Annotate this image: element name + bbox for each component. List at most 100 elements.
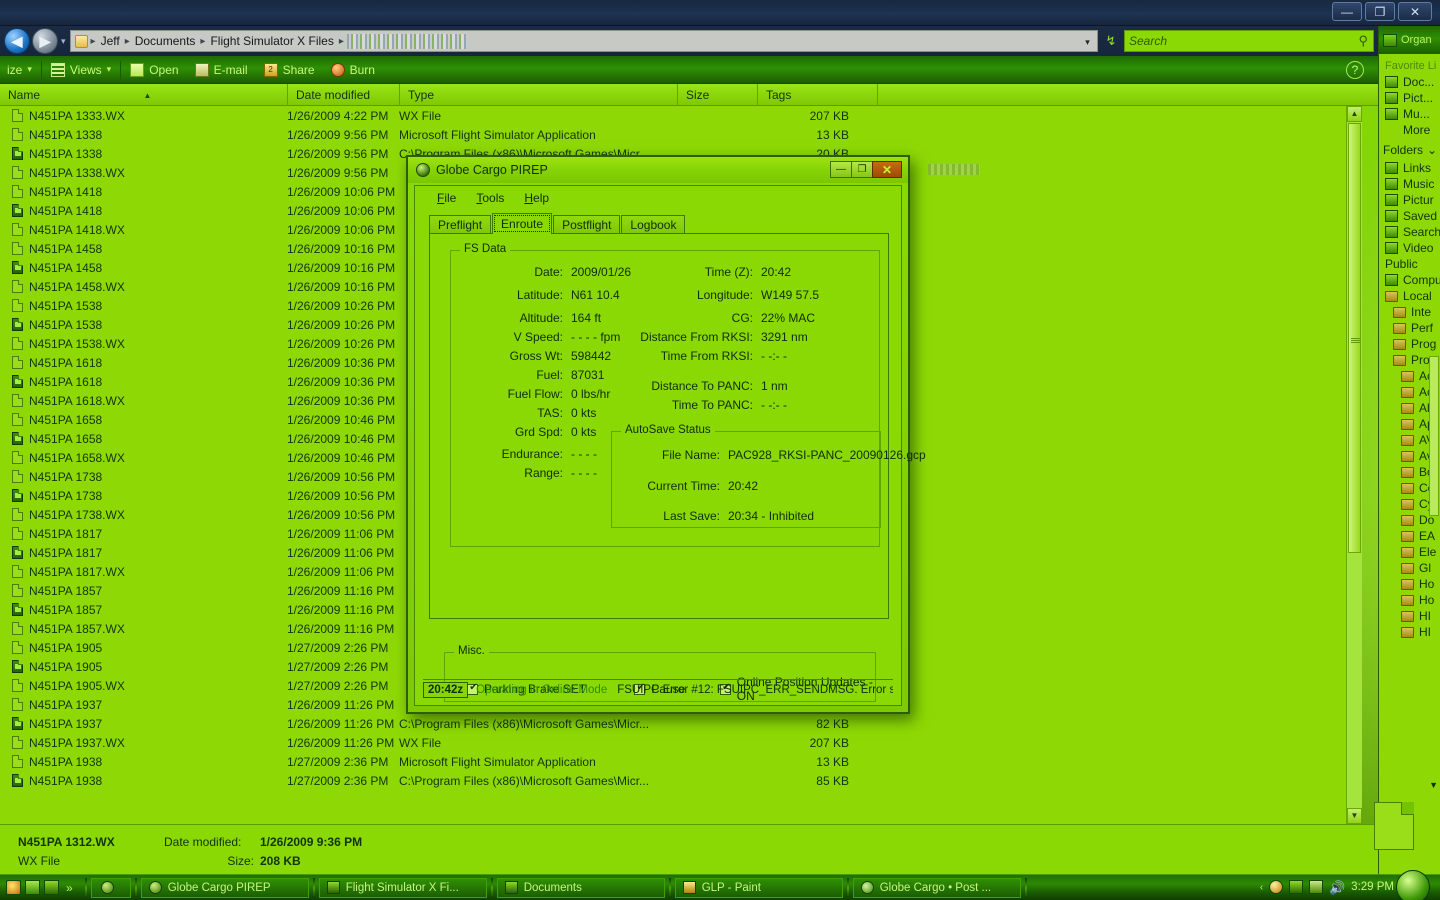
breadcrumb-item-jeff[interactable]: Jeff: [97, 33, 124, 49]
folder-tree-item[interactable]: Prog: [1379, 336, 1440, 352]
fs-data-label: CG:: [731, 311, 753, 325]
views-button[interactable]: Views ▾: [44, 60, 118, 80]
close-icon[interactable]: ✕: [872, 161, 902, 178]
close-icon[interactable]: ✕: [1398, 2, 1432, 21]
favorite-link-item[interactable]: Mu...: [1379, 106, 1440, 122]
desktop-file-icon[interactable]: [1374, 802, 1414, 850]
file-name-label: N451PA 1338: [29, 146, 103, 161]
folder-tree-item[interactable]: EA: [1379, 528, 1440, 544]
folder-tree-item[interactable]: Ho: [1379, 592, 1440, 608]
folder-tree-item[interactable]: Gl: [1379, 560, 1440, 576]
nav-pane-scrollbar[interactable]: [1429, 356, 1439, 516]
switch-windows-icon[interactable]: [44, 880, 59, 895]
pirep-titlebar[interactable]: Globe Cargo PIREP — ❐ ✕: [408, 157, 980, 183]
folder-tree-item[interactable]: HI: [1379, 608, 1440, 624]
breadcrumb[interactable]: ▸ Jeff ▸ Documents ▸ Flight Simulator X …: [69, 30, 1098, 52]
column-header-tags[interactable]: Tags: [757, 83, 877, 106]
tray-expand-icon[interactable]: ‹: [1260, 882, 1263, 893]
favorites-more-button[interactable]: More: [1379, 122, 1440, 138]
forward-button-icon[interactable]: ▶: [32, 28, 58, 54]
folders-header[interactable]: Folders ⌄: [1379, 138, 1440, 160]
tab-enroute[interactable]: Enroute: [492, 213, 553, 234]
volume-icon[interactable]: 🔊: [1329, 880, 1345, 895]
open-button[interactable]: Open: [123, 60, 185, 80]
taskbar-button[interactable]: [90, 877, 131, 898]
table-row[interactable]: N451PA 1938 1/27/2009 2:36 PM Microsoft Fl…: [0, 752, 1362, 771]
file-name-cell: N451PA 1738: [0, 489, 287, 503]
wx-file-icon: [12, 451, 23, 464]
scroll-up-icon[interactable]: ▲: [1347, 106, 1362, 122]
column-header-date-modified[interactable]: Date modified: [287, 83, 399, 106]
security-shield-icon[interactable]: [1269, 880, 1284, 894]
menu-tools[interactable]: Tools: [466, 189, 514, 207]
folder-tree-item[interactable]: Pictur: [1379, 192, 1440, 208]
folder-tree-item[interactable]: Search: [1379, 224, 1440, 240]
scrollbar-thumb[interactable]: [1348, 123, 1361, 553]
column-header-size[interactable]: Size: [677, 83, 757, 106]
tab-preflight[interactable]: Preflight: [429, 215, 492, 234]
help-icon[interactable]: ?: [1346, 61, 1364, 79]
minimize-icon[interactable]: —: [1332, 2, 1362, 21]
maximize-icon[interactable]: ❐: [851, 161, 873, 178]
share-button[interactable]: 2 Share: [257, 60, 322, 80]
menu-file[interactable]: FFileile: [427, 189, 466, 207]
folder-tree-item[interactable]: Public: [1379, 256, 1440, 272]
search-input[interactable]: Search ⚲: [1124, 30, 1374, 52]
network-icon[interactable]: [1309, 880, 1324, 894]
breadcrumb-dropdown-caret-icon[interactable]: ▾: [1080, 34, 1095, 50]
refresh-icon[interactable]: ↯: [1100, 30, 1122, 52]
table-row[interactable]: N451PA 1937 1/26/2009 11:26 PM C:\Program …: [0, 714, 1362, 733]
breadcrumb-item-documents[interactable]: Documents: [131, 33, 200, 49]
scroll-down-icon[interactable]: ▼: [1347, 808, 1362, 824]
folder-tree-item[interactable]: Saved: [1379, 208, 1440, 224]
tab-postflight[interactable]: Postflight: [553, 215, 621, 234]
favorite-link-item[interactable]: Doc...: [1379, 74, 1440, 90]
start-orb-icon[interactable]: [1396, 870, 1430, 900]
taskbar-button[interactable]: Documents: [496, 877, 665, 898]
folder-tree-label: Music: [1403, 177, 1435, 191]
quick-launch-overflow-icon[interactable]: »: [63, 881, 76, 895]
folder-tree-item[interactable]: Links: [1379, 160, 1440, 176]
email-button[interactable]: E-mail: [188, 60, 255, 80]
folder-tree-item[interactable]: HI: [1379, 624, 1440, 640]
table-row[interactable]: N451PA 1333.WX 1/26/2009 4:22 PM WX File 20…: [0, 106, 1362, 125]
folder-tree-item[interactable]: Music: [1379, 176, 1440, 192]
fsx-tray-icon[interactable]: [1289, 880, 1304, 894]
show-desktop-icon[interactable]: [25, 880, 40, 895]
folder-tree-item[interactable]: Video: [1379, 240, 1440, 256]
maximize-icon[interactable]: ❐: [1365, 2, 1395, 21]
favorite-link-item[interactable]: Pict...: [1379, 90, 1440, 106]
aim-icon[interactable]: [6, 880, 21, 895]
breadcrumb-item-flight-simulator-x-files[interactable]: Flight Simulator X Files: [206, 33, 337, 49]
tab-logbook[interactable]: Logbook: [621, 215, 686, 234]
folder-tree-item[interactable]: Ho: [1379, 576, 1440, 592]
history-dropdown-caret-icon[interactable]: ▾: [61, 36, 66, 47]
taskbar-button[interactable]: GLP - Paint: [674, 877, 843, 898]
file-size-cell: 207 KB: [809, 735, 849, 750]
taskbar-clock[interactable]: 3:29 PM: [1349, 881, 1394, 893]
table-row[interactable]: N451PA 1937.WX 1/26/2009 11:26 PM WX File 2…: [0, 733, 1362, 752]
file-list-scrollbar[interactable]: ▲ ▼: [1346, 106, 1362, 824]
folder-tree-item[interactable]: Perf: [1379, 320, 1440, 336]
taskbar-button[interactable]: Flight Simulator X Fi...: [318, 877, 487, 898]
fs-data-label: Fuel:: [536, 368, 563, 382]
folder-tree-item[interactable]: Inte: [1379, 304, 1440, 320]
taskbar-button[interactable]: Globe Cargo • Post ...: [852, 877, 1021, 898]
organize-button[interactable]: ize ▾: [0, 60, 39, 80]
burn-button[interactable]: Burn: [324, 60, 382, 80]
menu-help[interactable]: Help: [514, 189, 559, 207]
column-header-type[interactable]: Type: [399, 83, 677, 106]
back-button-icon[interactable]: ◀: [4, 28, 30, 54]
fs-data-label: Fuel Flow:: [507, 387, 563, 401]
folder-tree-item[interactable]: Ele: [1379, 544, 1440, 560]
column-header-name[interactable]: Name ▲: [0, 84, 287, 106]
scrollbar-grip-icon: [1351, 338, 1360, 343]
folder-tree-item[interactable]: Compu: [1379, 272, 1440, 288]
table-row[interactable]: N451PA 1338 1/26/2009 9:56 PM Microsoft Fl…: [0, 125, 1362, 144]
minimize-icon[interactable]: —: [830, 161, 852, 178]
taskbar-button[interactable]: Globe Cargo PIREP: [140, 877, 309, 898]
folder-tree-item[interactable]: Local: [1379, 288, 1440, 304]
organize-button[interactable]: Organ: [1379, 26, 1440, 54]
table-row[interactable]: N451PA 1938 1/27/2009 2:36 PM C:\Program F…: [0, 771, 1362, 790]
scroll-down-icon[interactable]: ▼: [1429, 780, 1438, 790]
